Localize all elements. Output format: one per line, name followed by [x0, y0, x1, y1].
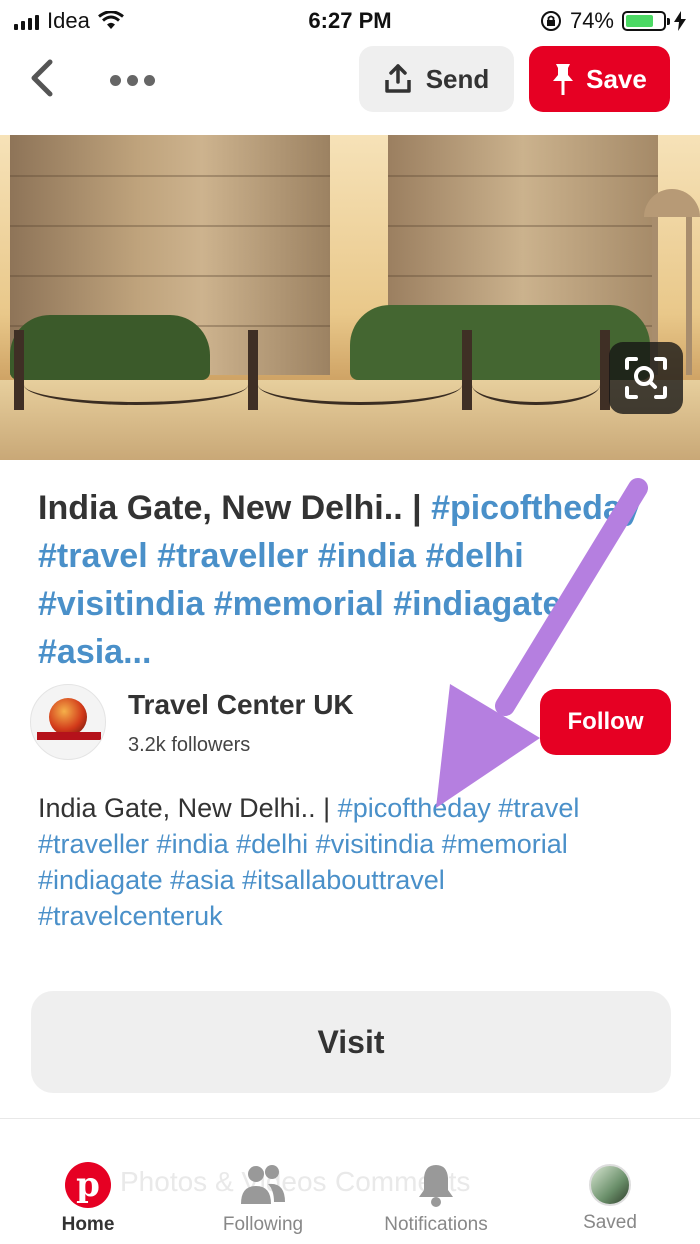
save-button[interactable]: Save: [529, 46, 670, 112]
photo-chain: [258, 365, 462, 405]
pin-description: India Gate, New Delhi.. | #picoftheday #…: [38, 790, 598, 934]
photo-post: [248, 330, 258, 410]
battery-percent: 74%: [569, 8, 614, 33]
pin-title-text: India Gate, New Delhi.. |: [38, 489, 422, 527]
tab-home[interactable]: p Home: [13, 1162, 163, 1236]
photo-post: [14, 330, 24, 410]
divider: [0, 1118, 700, 1119]
battery-fill: [626, 15, 653, 27]
status-right: 74%: [540, 8, 686, 34]
battery-icon: [622, 11, 670, 31]
save-label: Save: [586, 63, 647, 94]
description-text: India Gate, New Delhi.. |: [38, 793, 331, 823]
photo-chain: [24, 365, 248, 405]
share-upload-icon: [384, 64, 411, 93]
visit-button[interactable]: Visit: [31, 991, 671, 1093]
bell-icon: [419, 1165, 453, 1207]
pinterest-logo-icon: p: [65, 1162, 111, 1208]
charging-bolt-icon: [674, 11, 686, 31]
visual-search-icon: [625, 357, 667, 399]
send-button[interactable]: Send: [359, 46, 514, 112]
orientation-lock-icon: [540, 11, 561, 31]
ellipsis-icon: [110, 74, 121, 86]
tab-notifications-label: Notifications: [384, 1214, 488, 1235]
tab-saved-label: Saved: [583, 1212, 637, 1233]
tab-saved[interactable]: Saved: [535, 1162, 685, 1234]
visual-search-button[interactable]: [609, 342, 683, 414]
pin-title: India Gate, New Delhi.. | #picoftheday #…: [38, 484, 678, 676]
send-label: Send: [425, 63, 490, 94]
avatar-logo-banner: [37, 732, 101, 740]
pin-image[interactable]: [0, 135, 700, 460]
status-bar: Idea 6:27 PM 74%: [0, 0, 700, 40]
tab-following-label: Following: [222, 1214, 304, 1235]
creator-avatar[interactable]: [30, 684, 106, 760]
creator-name[interactable]: Travel Center UK: [128, 689, 354, 721]
bottom-tab-bar: p Home Following Notifications Saved: [0, 1150, 700, 1244]
tab-notifications[interactable]: Notifications: [361, 1162, 511, 1236]
tab-home-label: Home: [61, 1214, 115, 1235]
profile-avatar: [589, 1164, 631, 1206]
tab-following[interactable]: Following: [188, 1162, 338, 1236]
photo-post: [462, 330, 472, 410]
chevron-left-icon: [31, 59, 53, 97]
globe-logo-icon: [49, 698, 87, 736]
photo-chain: [472, 365, 600, 405]
creator-followers: 3.2k followers: [128, 734, 251, 756]
pushpin-icon: [553, 64, 574, 95]
back-button[interactable]: [26, 56, 66, 104]
people-icon: [241, 1165, 285, 1204]
follow-button[interactable]: Follow: [540, 689, 671, 755]
more-options-button[interactable]: [110, 60, 160, 100]
